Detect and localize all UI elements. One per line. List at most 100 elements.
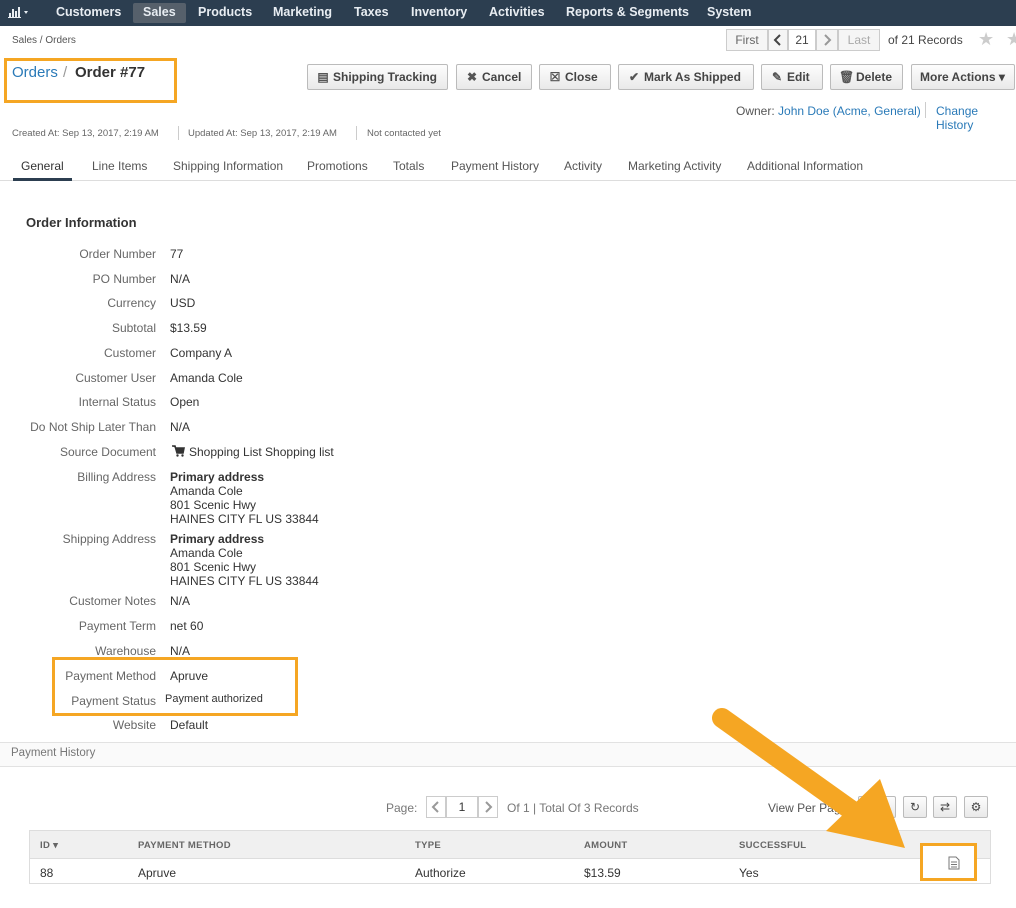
website-value: Default xyxy=(170,718,209,732)
orders-link[interactable]: Orders xyxy=(12,64,58,81)
nav-taxes[interactable]: Taxes xyxy=(354,0,389,26)
chevron-right-icon[interactable] xyxy=(816,29,838,51)
payment-status-value: Payment authorized xyxy=(165,693,263,705)
column-header-id[interactable]: ID ▾ xyxy=(40,840,58,851)
edit-icon: ✎ xyxy=(771,70,783,84)
sort-down-icon: ▾ xyxy=(53,840,59,851)
edit-button[interactable]: ✎ Edit xyxy=(761,64,823,90)
tab-payment-history[interactable]: Payment History xyxy=(451,159,539,173)
field-label: Do Not Ship Later Than xyxy=(30,420,156,434)
chevron-left-icon[interactable] xyxy=(768,29,788,51)
do-not-ship-later-value: N/A xyxy=(170,420,191,434)
caret-down-icon: ▾ xyxy=(998,70,1005,84)
shipping-tracking-button[interactable]: ▤ Shipping Tracking xyxy=(307,64,448,90)
dashboard-chart-icon[interactable] xyxy=(8,5,30,22)
table-cell-successful: Yes xyxy=(739,866,759,880)
star-icon[interactable]: ★ xyxy=(978,29,994,50)
view-document-icon[interactable] xyxy=(948,856,960,873)
pager-first-button[interactable]: First xyxy=(726,29,768,51)
nav-system[interactable]: System xyxy=(707,0,751,26)
field-label: Shipping Address xyxy=(62,532,156,546)
nav-products[interactable]: Products xyxy=(198,0,252,26)
updated-at: Updated At: Sep 13, 2017, 2:19 AM xyxy=(188,128,337,139)
change-history-link[interactable]: Change History xyxy=(936,104,1016,132)
divider xyxy=(178,126,179,140)
customer-user-link[interactable]: Amanda Cole xyxy=(170,371,243,385)
tab-shipping-information[interactable]: Shipping Information xyxy=(173,159,283,173)
delete-button[interactable]: 🗑 Delete xyxy=(830,64,903,90)
column-header-payment-method[interactable]: PAYMENT METHOD xyxy=(138,840,231,851)
table-cell-amount: $13.59 xyxy=(584,866,621,880)
more-actions-button[interactable]: More Actions ▾ xyxy=(911,64,1015,90)
view-per-page-label: View Per Page: xyxy=(768,801,851,815)
field-label: Payment Term xyxy=(78,619,156,633)
pager-records-count: of 21 Records xyxy=(888,33,963,47)
reset-icon[interactable]: ⇄ xyxy=(933,796,957,818)
table-cell-method: Apruve xyxy=(138,866,177,880)
source-document-value[interactable]: Shopping List Shopping list xyxy=(189,445,334,459)
currency-value: USD xyxy=(170,296,196,310)
pager-current-page[interactable]: 21 xyxy=(788,29,816,51)
check-icon: ✔ xyxy=(628,70,640,84)
billing-address: Primary address Amanda Cole 801 Scenic H… xyxy=(170,470,319,526)
trash-icon: 🗑 xyxy=(839,70,855,84)
po-number-value: N/A xyxy=(170,272,191,286)
tab-general[interactable]: General xyxy=(13,159,72,181)
tab-promotions[interactable]: Promotions xyxy=(307,159,368,173)
column-header-amount[interactable]: AMOUNT xyxy=(584,840,628,851)
chevron-right-icon[interactable] xyxy=(478,796,498,818)
mark-as-shipped-button[interactable]: ✔ Mark As Shipped xyxy=(618,64,754,90)
payment-term-link[interactable]: net 60 xyxy=(170,619,203,633)
column-header-successful[interactable]: SUCCESSFUL xyxy=(739,840,806,851)
field-label: Order Number xyxy=(79,247,156,261)
created-at: Created At: Sep 13, 2017, 2:19 AM xyxy=(12,128,159,139)
field-label: Warehouse xyxy=(95,644,156,658)
divider xyxy=(925,102,926,118)
per-page-select[interactable]: 25 ▾ xyxy=(858,796,896,818)
tab-line-items[interactable]: Line Items xyxy=(92,159,147,173)
owner-org-link[interactable]: (Acme, General) xyxy=(833,104,921,118)
nav-reports-segments[interactable]: Reports & Segments xyxy=(566,0,689,26)
page-input[interactable]: 1 xyxy=(446,796,478,818)
section-title: Order Information xyxy=(26,215,137,230)
top-navigation: Customers Sales Products Marketing Taxes… xyxy=(0,0,1016,26)
nav-customers[interactable]: Customers xyxy=(56,0,121,26)
field-label: Currency xyxy=(107,296,156,310)
breadcrumb: Sales / Orders xyxy=(12,35,76,46)
tab-additional-information[interactable]: Additional Information xyxy=(747,159,863,173)
page-title: Order #77 xyxy=(75,64,146,81)
nav-inventory[interactable]: Inventory xyxy=(411,0,467,26)
shipping-address: Primary address Amanda Cole 801 Scenic H… xyxy=(170,532,319,588)
nav-sales[interactable]: Sales xyxy=(133,3,186,23)
field-label: Billing Address xyxy=(77,470,156,484)
refresh-icon[interactable]: ↻ xyxy=(903,796,927,818)
x-icon: ✖ xyxy=(466,70,478,84)
tab-marketing-activity[interactable]: Marketing Activity xyxy=(628,159,721,173)
chevron-left-icon[interactable] xyxy=(426,796,446,818)
internal-status-value: Open xyxy=(170,395,200,409)
table-cell-id: 88 xyxy=(40,866,54,880)
nav-activities[interactable]: Activities xyxy=(489,0,545,26)
field-label: Subtotal xyxy=(111,321,156,335)
subtotal-value: $13.59 xyxy=(170,321,207,335)
owner-link[interactable]: John Doe xyxy=(778,104,829,118)
payment-method-value: Apruve xyxy=(170,669,209,683)
customer-notes-value: N/A xyxy=(170,594,191,608)
payment-history-header xyxy=(0,742,1016,767)
pager-last-button[interactable]: Last xyxy=(838,29,880,51)
tab-activity[interactable]: Activity xyxy=(564,159,602,173)
pin-icon[interactable]: ★ xyxy=(1006,29,1016,50)
gear-icon[interactable]: ⚙ xyxy=(964,796,988,818)
cancel-button[interactable]: ✖ Cancel xyxy=(456,64,532,90)
page-label: Page: xyxy=(386,801,418,815)
close-button[interactable]: ☒ Close xyxy=(539,64,611,90)
nav-marketing[interactable]: Marketing xyxy=(273,0,332,26)
column-header-type[interactable]: TYPE xyxy=(415,840,441,851)
field-label: Customer User xyxy=(75,371,156,385)
owner-line: Owner: John Doe (Acme, General) xyxy=(736,104,921,118)
tab-totals[interactable]: Totals xyxy=(393,159,424,173)
divider xyxy=(356,126,357,140)
customer-link[interactable]: Company A xyxy=(170,346,232,360)
tab-bar: General Line Items Shipping Information … xyxy=(0,153,1016,181)
field-label: Source Document xyxy=(59,445,156,459)
